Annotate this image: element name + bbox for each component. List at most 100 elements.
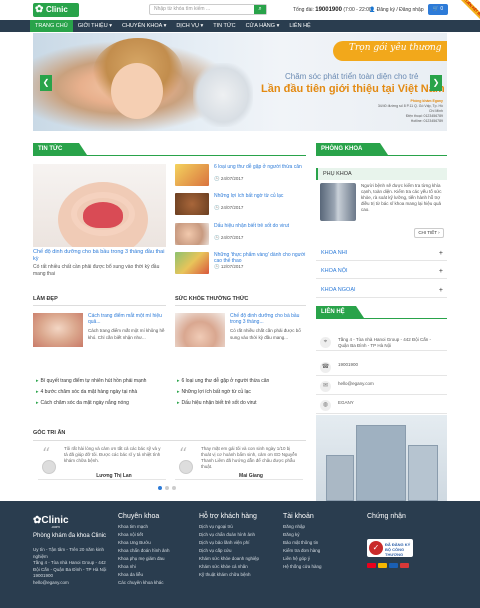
health-title[interactable]: Chế độ dinh dưỡng cho bà bầu trong 3 thá…: [230, 313, 310, 325]
news-item-title[interactable]: Những 'thực phẩm vàng' dành cho người ca…: [214, 252, 309, 264]
accordion-khoa-ngoai[interactable]: KHOA NGOẠI +: [316, 283, 447, 298]
news-item-title[interactable]: 6 loại ung thư dễ gặp ở người thừa cân: [214, 164, 309, 170]
tab-phu-khoa[interactable]: PHỤ KHOA: [316, 168, 447, 180]
carousel-dot[interactable]: [158, 486, 162, 490]
footer-link[interactable]: Đăng ký: [283, 532, 300, 538]
nav-item-about[interactable]: GIỚI THIỆU ▾: [73, 20, 117, 32]
beauty-section-line: [33, 305, 166, 306]
chevron-down-icon: ▾: [109, 23, 112, 29]
accordion-khoa-nhi[interactable]: KHOA NHI +: [316, 246, 447, 261]
main-news-image[interactable]: [33, 164, 166, 247]
health-section-header: SỨC KHỎE THƯỜNG THỨC: [175, 296, 249, 302]
footer-link[interactable]: Kỹ thuật khám chữa bệnh: [199, 572, 251, 578]
slider-next-button[interactable]: ❯: [430, 75, 442, 91]
beauty-desc: Cách trang điểm mắt một mí không hề khó.…: [88, 328, 165, 340]
beauty-link[interactable]: Bí quyết trang điểm tự nhiên hút hồn phá…: [36, 378, 147, 384]
login-link[interactable]: 👤 Đăng ký / Đăng nhập: [369, 7, 424, 13]
footer-link[interactable]: Khoa tim mạch: [118, 524, 148, 530]
testimonial-name: Lương Thị Lan: [96, 473, 132, 479]
footer-link[interactable]: Đăng nhập: [283, 524, 305, 530]
health-link[interactable]: Những lợi ích bất ngờ từ củ lạc: [177, 389, 251, 395]
news-item-title[interactable]: Dấu hiệu nhận biết trẻ sốt do virut: [214, 223, 309, 229]
health-link[interactable]: Dấu hiệu nhận biết trẻ sốt do virut: [177, 400, 257, 406]
health-item[interactable]: Chế độ dinh dưỡng cho bà bầu trong 3 thá…: [175, 313, 305, 353]
detail-button[interactable]: CHI TIẾT ›: [414, 228, 444, 238]
contact-email-text[interactable]: hello@egany.com: [338, 381, 443, 387]
footer-link[interactable]: Liên hệ góp ý: [283, 556, 310, 562]
clock-icon: 🕓: [214, 264, 220, 269]
nav-item-home[interactable]: TRANG CHỦ: [30, 20, 73, 32]
avatar: [42, 460, 56, 474]
contact-phone[interactable]: ☎ 19001900: [316, 359, 447, 376]
cert-text: ĐÃ ĐĂNG KÝ BỘ CÔNG THƯƠNG: [385, 542, 411, 557]
footer-link[interactable]: Kiểm tra đơn hàng: [283, 548, 320, 554]
news-item-date: 🕓 24/07/2017: [214, 205, 243, 211]
contact-phone-text[interactable]: 19001900: [338, 362, 443, 368]
footer-link[interactable]: Bảo mật thông tin: [283, 540, 318, 546]
contact-section-header: LIÊN HỆ: [316, 306, 364, 318]
cart-count: 0: [440, 6, 444, 12]
certification-badge[interactable]: ✓ ĐÃ ĐĂNG KÝ BỘ CÔNG THƯƠNG: [367, 539, 413, 557]
spine-image: [320, 183, 356, 221]
footer-link[interactable]: Khoa phụ mẹ giám đau: [118, 556, 165, 562]
news-thumb: [175, 252, 209, 274]
nav-item-services[interactable]: DỊCH VỤ ▾: [171, 20, 208, 32]
footer-link[interactable]: Dịch vụ ngoại trú: [199, 524, 233, 530]
footer-link[interactable]: Khám sức khỏe cá nhân: [199, 564, 248, 570]
clock-icon: 🕓: [214, 176, 220, 181]
testimonial-card: “ Thay mặt em gái tôi và con sinh ngày 1…: [175, 446, 303, 480]
footer-link[interactable]: Khoa da liễu: [118, 572, 143, 578]
footer-link[interactable]: Các chuyên khoa khác: [118, 580, 164, 586]
news-date-text: 24/07/2017: [220, 205, 244, 210]
beauty-link[interactable]: Cách chăm sóc da mặt ngày nắng nóng: [36, 400, 129, 406]
footer-email[interactable]: hello@egany.com: [33, 580, 111, 587]
main-nav: TRANG CHỦ GIỚI THIỆU ▾ CHUYÊN KHOA ▾ DỊC…: [0, 20, 480, 32]
health-link[interactable]: 6 loại ung thư dễ gặp ở người thừa cân: [177, 378, 270, 384]
footer-link[interactable]: Dịch vụ cấp cứu: [199, 548, 232, 554]
slider-prev-button[interactable]: ❮: [40, 75, 52, 91]
beauty-item[interactable]: Cách trang điểm mắt một mí hiệu quả... C…: [33, 313, 165, 353]
nav-item-news[interactable]: TIN TỨC: [208, 20, 240, 32]
news-item[interactable]: Những 'thực phẩm vàng' dành cho người ca…: [175, 252, 305, 274]
chevron-right-icon: ›: [438, 230, 440, 235]
beauty-link[interactable]: 4 bước chăm sóc da mặt hàng ngày tại nhà: [36, 389, 138, 395]
news-item-date: 🕓 24/07/2017: [214, 235, 243, 241]
footer-link[interactable]: Khoa nội tiết: [118, 532, 143, 538]
cart-icon: 🛒: [432, 6, 440, 12]
news-thumb: [175, 193, 209, 215]
footer-link[interactable]: Hệ thống cửa hàng: [283, 564, 322, 570]
accordion-khoa-noi[interactable]: KHOA NỘI +: [316, 264, 447, 279]
beauty-title[interactable]: Cách trang điểm mắt một mí hiệu quả...: [88, 313, 168, 325]
site-logo[interactable]: ✿ Clinic: [33, 3, 79, 17]
footer-link[interactable]: Dịch vụ bảo lãnh viện phí: [199, 540, 250, 546]
search-input[interactable]: Nhập từ khóa tìm kiếm ... ⌕: [149, 4, 267, 15]
footer-link[interactable]: Khoa Ung Bướu: [118, 540, 151, 546]
contact-website[interactable]: ◍ EGANY: [316, 397, 447, 414]
footer-link[interactable]: Dịch vụ chẩn đoán hình ảnh: [199, 532, 255, 538]
news-item[interactable]: 6 loại ung thư dễ gặp ở người thừa cân 🕓…: [175, 164, 305, 186]
hero-face: [111, 63, 163, 119]
contact-website-text[interactable]: EGANY: [338, 400, 443, 406]
footer-link[interactable]: Khám sức khỏe doanh nghiệp: [199, 556, 259, 562]
news-item[interactable]: Những lợi ích bất ngờ từ củ lạc 🕓 24/07/…: [175, 193, 305, 215]
nav-item-specialties[interactable]: CHUYÊN KHOA ▾: [117, 20, 171, 32]
hero-slider[interactable]: Trọn gói yêu thương Chăm sóc phát triển …: [33, 33, 447, 131]
dept-section-header: PHÒNG KHOA: [316, 143, 388, 155]
check-icon: ✓: [369, 541, 383, 555]
cart-button[interactable]: 🛒 0: [428, 4, 448, 15]
nav-item-shop[interactable]: CỬA HÀNG ▾: [241, 20, 285, 32]
nav-item-contact[interactable]: LIÊN HỆ: [284, 20, 315, 32]
carousel-dot[interactable]: [165, 486, 169, 490]
footer-logo[interactable]: ✿Clinic .com: [33, 515, 69, 529]
contact-email[interactable]: ✉ hello@egany.com: [316, 378, 447, 395]
carousel-dot[interactable]: [172, 486, 176, 490]
news-thumb: [175, 164, 209, 186]
news-item-title[interactable]: Những lợi ích bất ngờ từ củ lạc: [214, 193, 309, 199]
news-section-header: TIN TỨC: [33, 143, 87, 155]
main-news-title[interactable]: Chế độ dinh dưỡng cho bà bầu trong 3 thá…: [33, 249, 166, 263]
search-icon[interactable]: ⌕: [254, 5, 266, 14]
footer-link[interactable]: Khoa nhi: [118, 564, 136, 570]
hotline-number[interactable]: 19001900: [315, 7, 342, 13]
footer-link[interactable]: Khoa chẩn đoán hình ảnh: [118, 548, 170, 554]
news-item[interactable]: Dấu hiệu nhận biết trẻ sốt do virut 🕓 24…: [175, 223, 305, 245]
